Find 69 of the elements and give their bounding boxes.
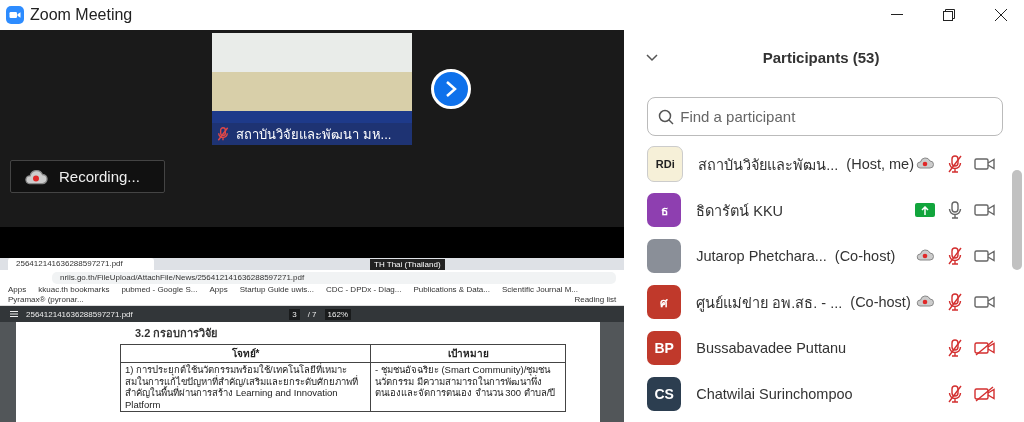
avatar: ธ xyxy=(647,193,682,227)
section-heading: 3.2 กรอบการวิจัย xyxy=(135,326,219,341)
search-field[interactable]: Find a participant xyxy=(680,101,992,132)
window-title: Zoom Meeting xyxy=(30,6,134,24)
photo-placeholder xyxy=(647,239,682,273)
video-camera-icon[interactable] xyxy=(974,248,996,264)
participant-name: สถาบันวิจัยและพัฒนา มห... xyxy=(236,125,392,144)
video-camera-icon[interactable] xyxy=(974,294,996,310)
muted-microphone-icon[interactable] xyxy=(946,246,964,266)
bookmark[interactable]: Pyramax® (pyronar... xyxy=(8,296,84,304)
search-icon xyxy=(658,108,675,125)
bookmark[interactable]: Apps xyxy=(209,286,228,294)
bookmark[interactable]: kkuac.th bookmarks xyxy=(38,286,110,294)
next-page-button[interactable] xyxy=(431,69,471,109)
chevron-right-icon xyxy=(444,80,458,98)
muted-microphone-icon[interactable] xyxy=(946,154,964,174)
bookmark[interactable]: Apps xyxy=(8,286,27,294)
language-indicator: TH Thai (Thailand) xyxy=(370,258,445,270)
cloud-record-icon xyxy=(23,168,49,185)
participant-name: Jutarop Phetchara... xyxy=(696,248,827,264)
minimize-icon xyxy=(891,14,903,16)
page-number-field[interactable]: 3 xyxy=(289,308,300,320)
participant-role: (Co-host) xyxy=(834,248,896,264)
menu-icon[interactable] xyxy=(10,311,18,317)
zoom-level-field[interactable]: 162% xyxy=(324,308,352,320)
scrollbar-thumb[interactable] xyxy=(1012,170,1022,270)
video-off-icon[interactable] xyxy=(974,340,996,356)
video-off-icon[interactable] xyxy=(974,386,996,402)
recording-button[interactable]: Recording... xyxy=(10,160,165,193)
muted-microphone-icon[interactable] xyxy=(946,292,964,312)
cloud-record-icon xyxy=(915,156,935,169)
chevron-down-icon[interactable] xyxy=(646,53,659,62)
video-camera-icon[interactable] xyxy=(974,156,996,172)
cloud-record-icon xyxy=(915,248,935,261)
cloud-record-icon xyxy=(915,294,935,307)
avatar: BP xyxy=(647,331,682,365)
table-cell: 1) การประยุกต์ใช้นวัตกรรมพร้อมใช้/เทคโนโลยีที่เหมาะสมในการแก้ไขปัญหาที่สำคัญ/เสริมและยกระดับศักยภาพที่สำคัญในพื้นที่ผ่านการสร้าง Learning and Innovation Platform xyxy=(121,363,371,411)
browser-tab[interactable]: 256412141636288597271.pdf xyxy=(8,258,154,270)
reading-list[interactable]: Reading list xyxy=(574,296,617,304)
pdf-file-name: 256412141636288597271.pdf xyxy=(26,309,134,319)
table-header: โจทย์* xyxy=(121,345,371,363)
participant-role: (Co-host) xyxy=(850,294,911,310)
microphone-icon[interactable] xyxy=(946,200,964,220)
avatar: ศ xyxy=(647,285,682,319)
panel-title: Participants (53) xyxy=(761,49,881,66)
participant-name: Chatwilai Surinchompoo xyxy=(696,386,853,402)
close-icon xyxy=(995,9,1007,21)
app-logo-icon xyxy=(6,6,24,24)
muted-microphone-icon[interactable] xyxy=(946,338,964,358)
bookmark[interactable]: Startup Guide uwis... xyxy=(239,286,314,294)
restore-icon xyxy=(943,9,955,21)
participant-name: สถาบันวิจัยและพัฒน... xyxy=(698,155,839,175)
bookmark[interactable]: CDC - DPDx - Diag... xyxy=(325,286,402,294)
search-box[interactable]: Find a participant xyxy=(647,97,1003,136)
participant-name: Bussabavadee Puttanu xyxy=(696,340,847,356)
page-count: / 7 xyxy=(307,309,317,319)
bookmark[interactable]: pubmed - Google S... xyxy=(121,286,198,294)
table-header: เป้าหมาย xyxy=(371,345,565,363)
bookmark[interactable]: Publications & Data... xyxy=(413,286,490,294)
address-bar[interactable]: nriis.go.th/FileUpload/AttachFile/News/256412141636288597271.pdf xyxy=(52,271,617,284)
participant-name: ธิดารัตน์ KKU xyxy=(696,201,784,221)
table-cell-text: - ชุมชนอัจฉริยะ (Smart Community)/ชุมชนนวัตกรรม มีความสามารถในการพัฒนาพึ่งตนเองและจัดการตนเอง จำนวน 300 ตำบล/ปี xyxy=(374,363,557,400)
organization-logo: RDi xyxy=(647,146,684,182)
participant-role: (Host, me) xyxy=(846,156,914,172)
participant-name: ศูนย์แม่ข่าย อพ.สธ. - ... xyxy=(696,293,843,314)
bookmark[interactable]: Scientific Journal M... xyxy=(501,286,578,294)
avatar: CS xyxy=(647,377,682,411)
video-camera-icon[interactable] xyxy=(974,202,996,218)
muted-microphone-icon[interactable] xyxy=(946,384,964,404)
